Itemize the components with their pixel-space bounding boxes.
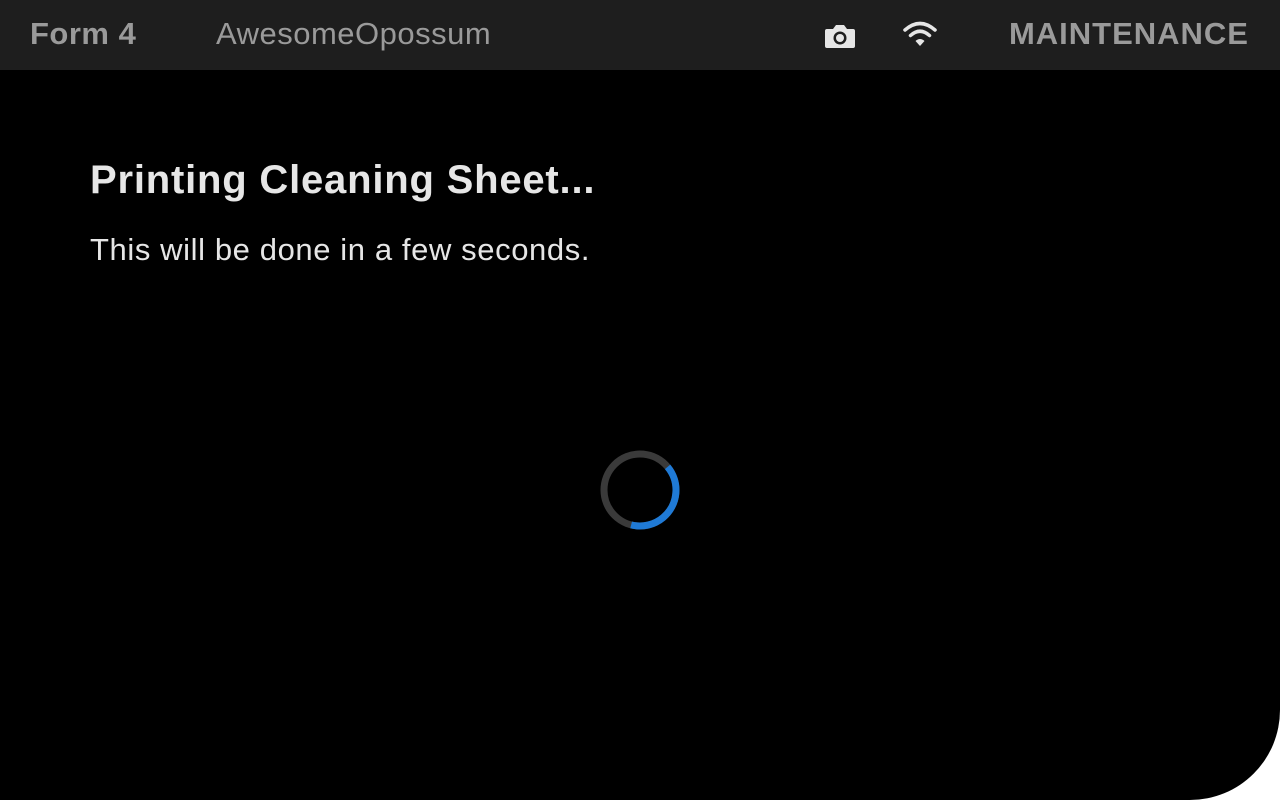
page-title: Printing Cleaning Sheet...	[90, 158, 596, 202]
status-label[interactable]: MAINTENANCE	[1009, 14, 1249, 54]
top-bar: Form 4 AwesomeOpossum MAINTENANCE	[0, 0, 1280, 70]
printer-model: Form 4	[30, 16, 137, 51]
camera-icon[interactable]	[824, 22, 856, 50]
loading-spinner-icon	[598, 448, 682, 532]
printer-name[interactable]: AwesomeOpossum	[216, 14, 491, 54]
spinner-progress-arc	[600, 450, 680, 530]
screen: Form 4 AwesomeOpossum MAINTENANCE Printi…	[0, 0, 1280, 800]
wifi-icon[interactable]	[902, 20, 938, 50]
page-subtitle: This will be done in a few seconds.	[90, 232, 591, 267]
